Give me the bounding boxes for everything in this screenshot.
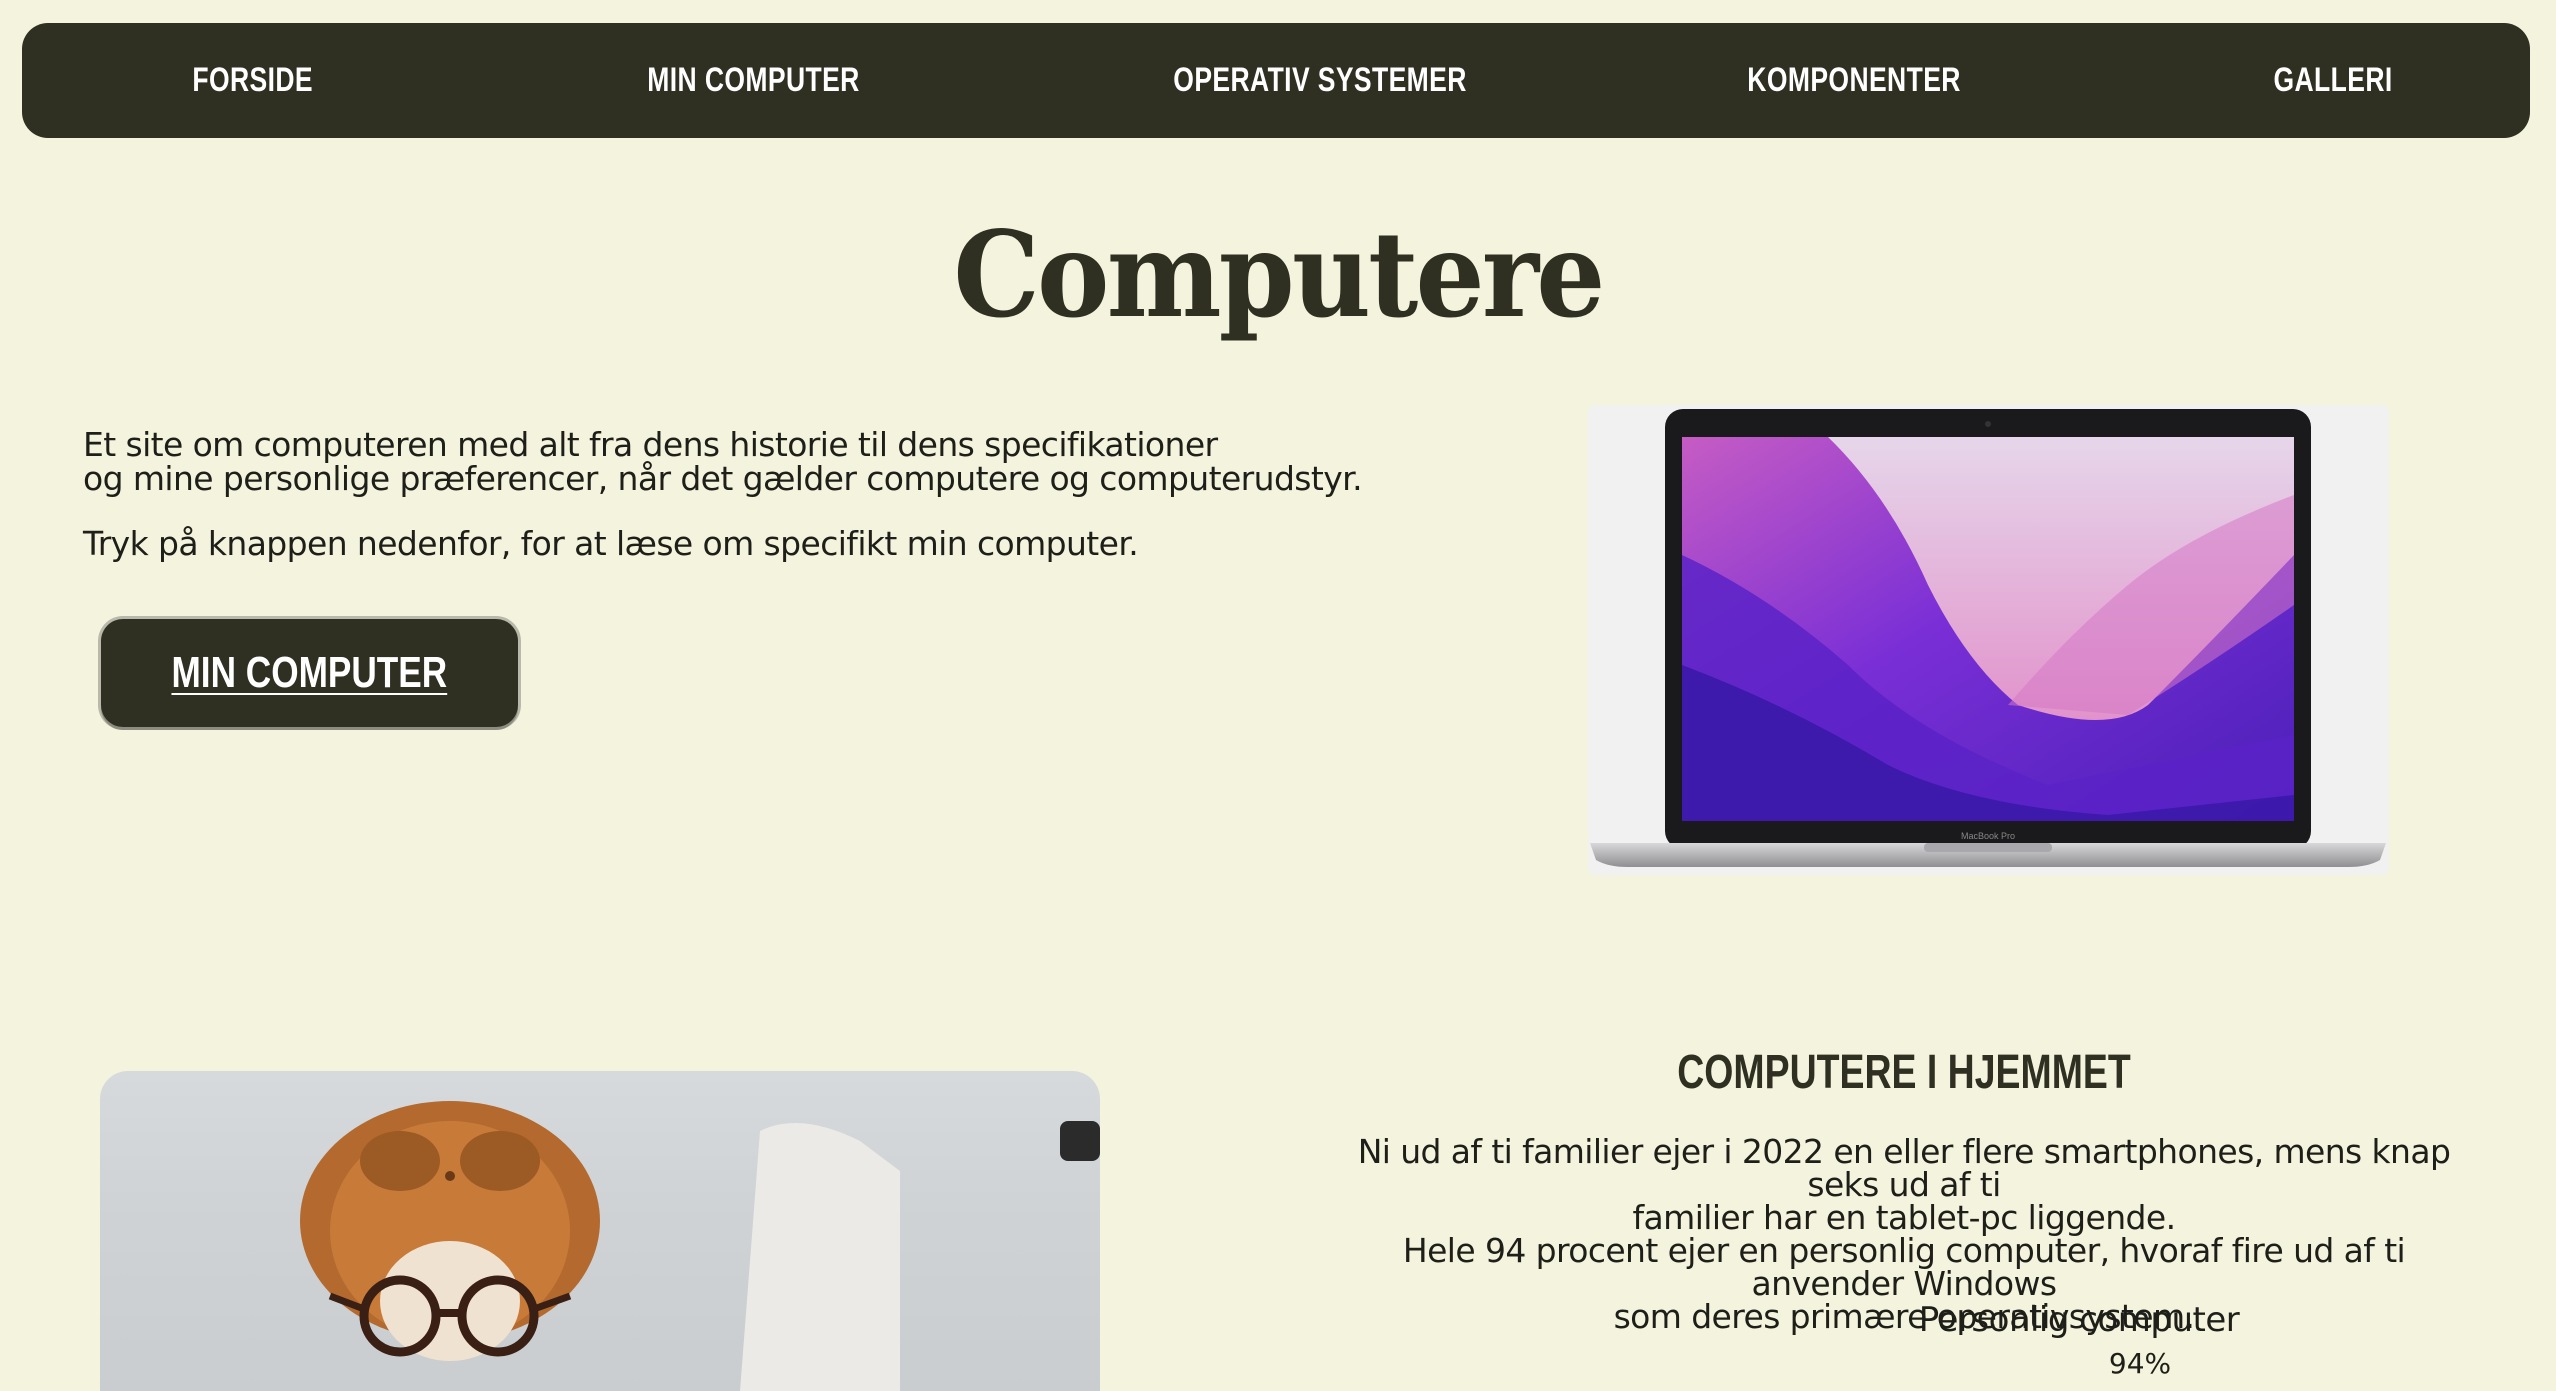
nav-item-operativ-systemer[interactable]: OPERATIV SYSTEMER <box>1173 23 1466 138</box>
intro-instruction: Tryk på knappen nedenfor, for at læse om… <box>83 524 1139 563</box>
nav-item-komponenter[interactable]: KOMPONENTER <box>1747 23 1960 138</box>
main-navigation: FORSIDE MIN COMPUTER OPERATIV SYSTEMER K… <box>22 23 2530 138</box>
nav-item-galleri[interactable]: GALLERI <box>2274 23 2393 138</box>
laptop-brand-label: MacBook Pro <box>1961 831 2015 841</box>
section-text-line: familier har en tablet-pc liggende. <box>1632 1198 2177 1237</box>
intro-line: og mine personlige præferencer, når det … <box>83 459 1363 498</box>
section-text-line: Ni ud af ti familier ejer i 2022 en elle… <box>1357 1132 2451 1204</box>
stat-value: 94% <box>2108 1347 2172 1380</box>
min-computer-button-label: MIN COMPUTER <box>171 648 448 697</box>
intro-text: Et site om computeren med alt fra dens h… <box>83 428 1363 561</box>
dog-illustration <box>300 1101 1100 1391</box>
section-text-line: Hele 94 procent ejer en personlig comput… <box>1402 1231 2406 1303</box>
min-computer-button[interactable]: MIN COMPUTER <box>101 619 518 727</box>
stat-label: Personlig computer <box>1918 1300 2240 1340</box>
page-title: Computere <box>953 205 1605 344</box>
laptop-illustration: MacBook Pro <box>1590 409 2386 867</box>
macbook-image: MacBook Pro <box>1588 405 2389 875</box>
dog-with-glasses-image <box>100 1071 1100 1391</box>
nav-item-min-computer[interactable]: MIN COMPUTER <box>647 23 859 138</box>
intro-line: Et site om computeren med alt fra dens h… <box>83 425 1218 464</box>
section-title: COMPUTERE I HJEMMET <box>1677 1046 2131 1099</box>
nav-item-forside[interactable]: FORSIDE <box>192 23 312 138</box>
